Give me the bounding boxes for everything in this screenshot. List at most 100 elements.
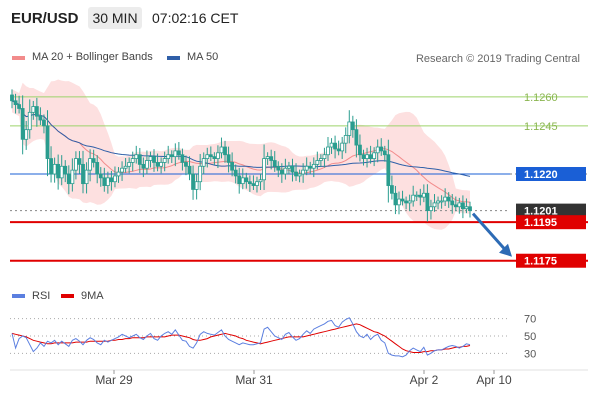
level-label: 1.1175 [524, 256, 557, 268]
candle-body [329, 142, 334, 148]
candle-body [453, 204, 458, 208]
candle-body [230, 162, 235, 171]
candle-body [368, 154, 373, 159]
candle-body [77, 158, 82, 165]
candle-body [347, 121, 352, 136]
candle-body [315, 160, 320, 165]
candle-body [297, 173, 302, 177]
candle-body [397, 198, 401, 206]
candle-body [439, 200, 444, 203]
candle-body [137, 154, 142, 165]
candle-body [340, 142, 345, 152]
candle-body [333, 142, 337, 150]
candle-body [361, 154, 366, 159]
rsi-line [11, 317, 471, 358]
candle-body [464, 206, 469, 210]
candle-body [407, 200, 412, 204]
candle-body [155, 162, 160, 167]
candle-body [191, 173, 195, 190]
candle-body [84, 169, 89, 185]
rsi-tick-label: 30 [524, 348, 536, 360]
candle-body [262, 158, 266, 181]
candle-body [27, 111, 32, 131]
candle-body [116, 171, 121, 177]
candle-body [311, 163, 316, 169]
candle-body [216, 152, 220, 159]
candle-body [148, 156, 153, 161]
candle-body [81, 163, 85, 185]
bollinger-band [12, 79, 470, 230]
candle-body [343, 135, 348, 144]
candle-body [42, 119, 46, 127]
candle-body [308, 165, 313, 169]
candle-body [173, 150, 178, 158]
level-label: 1.1260 [524, 92, 558, 104]
candle-body [105, 177, 110, 186]
candle-body [336, 148, 341, 152]
candle-body [13, 100, 18, 106]
candle-body [400, 198, 405, 202]
candle-body [91, 158, 96, 163]
candle-body [290, 165, 295, 173]
candle-body [98, 173, 103, 179]
candle-body [418, 194, 423, 198]
forecast-arrow-shaft [471, 212, 509, 253]
candle-body [265, 156, 270, 159]
candle-body [10, 94, 14, 102]
candle-body [152, 156, 156, 163]
candle-body [52, 163, 57, 175]
candle-body [120, 167, 124, 173]
candle-body [70, 169, 75, 185]
candle-body [269, 156, 274, 161]
level-label: 1.1220 [524, 169, 558, 181]
x-tick-label: Mar 29 [95, 373, 133, 387]
candle-body [180, 154, 185, 163]
candle-body [123, 165, 128, 169]
candle-body [102, 177, 107, 186]
candle-body [404, 200, 408, 204]
x-tick-label: Apr 10 [476, 373, 512, 387]
candle-body [127, 162, 132, 167]
candle-body [468, 206, 472, 212]
candle-body [134, 154, 139, 159]
candle-body [38, 115, 43, 121]
candle-body [425, 192, 430, 212]
candle-body [31, 106, 36, 113]
candle-body [198, 165, 203, 183]
candle-body [258, 179, 263, 183]
candle-body [145, 160, 149, 169]
candle-body [251, 183, 256, 186]
candle-body [233, 169, 238, 177]
candle-body [414, 194, 419, 197]
candle-body [56, 163, 61, 179]
candle-body [59, 165, 64, 179]
candle-body [443, 196, 448, 202]
candle-body [212, 156, 217, 159]
candle-body [166, 154, 171, 159]
candle-body [460, 202, 465, 210]
candle-body [194, 181, 199, 190]
candle-body [113, 175, 117, 183]
candle-body [318, 158, 323, 161]
candle-body [283, 167, 288, 175]
candle-body [141, 163, 146, 169]
candle-body [109, 177, 114, 183]
candle-body [226, 154, 231, 163]
candle-body [237, 175, 242, 185]
candle-body [354, 129, 359, 146]
candle-body [279, 169, 284, 175]
level-label: 1.1195 [524, 217, 557, 229]
candle-body [159, 162, 164, 167]
candle-body [436, 200, 440, 204]
candle-body [130, 158, 135, 163]
candle-body [162, 158, 167, 163]
candle-body [184, 162, 188, 167]
candle-body [432, 202, 437, 208]
candle-body [272, 160, 277, 167]
candle-body [176, 150, 181, 156]
x-tick-label: Apr 2 [410, 373, 439, 387]
candle-body [372, 152, 377, 159]
candle-body [358, 144, 362, 156]
candle-body [244, 177, 249, 183]
ma9-line [11, 323, 471, 353]
